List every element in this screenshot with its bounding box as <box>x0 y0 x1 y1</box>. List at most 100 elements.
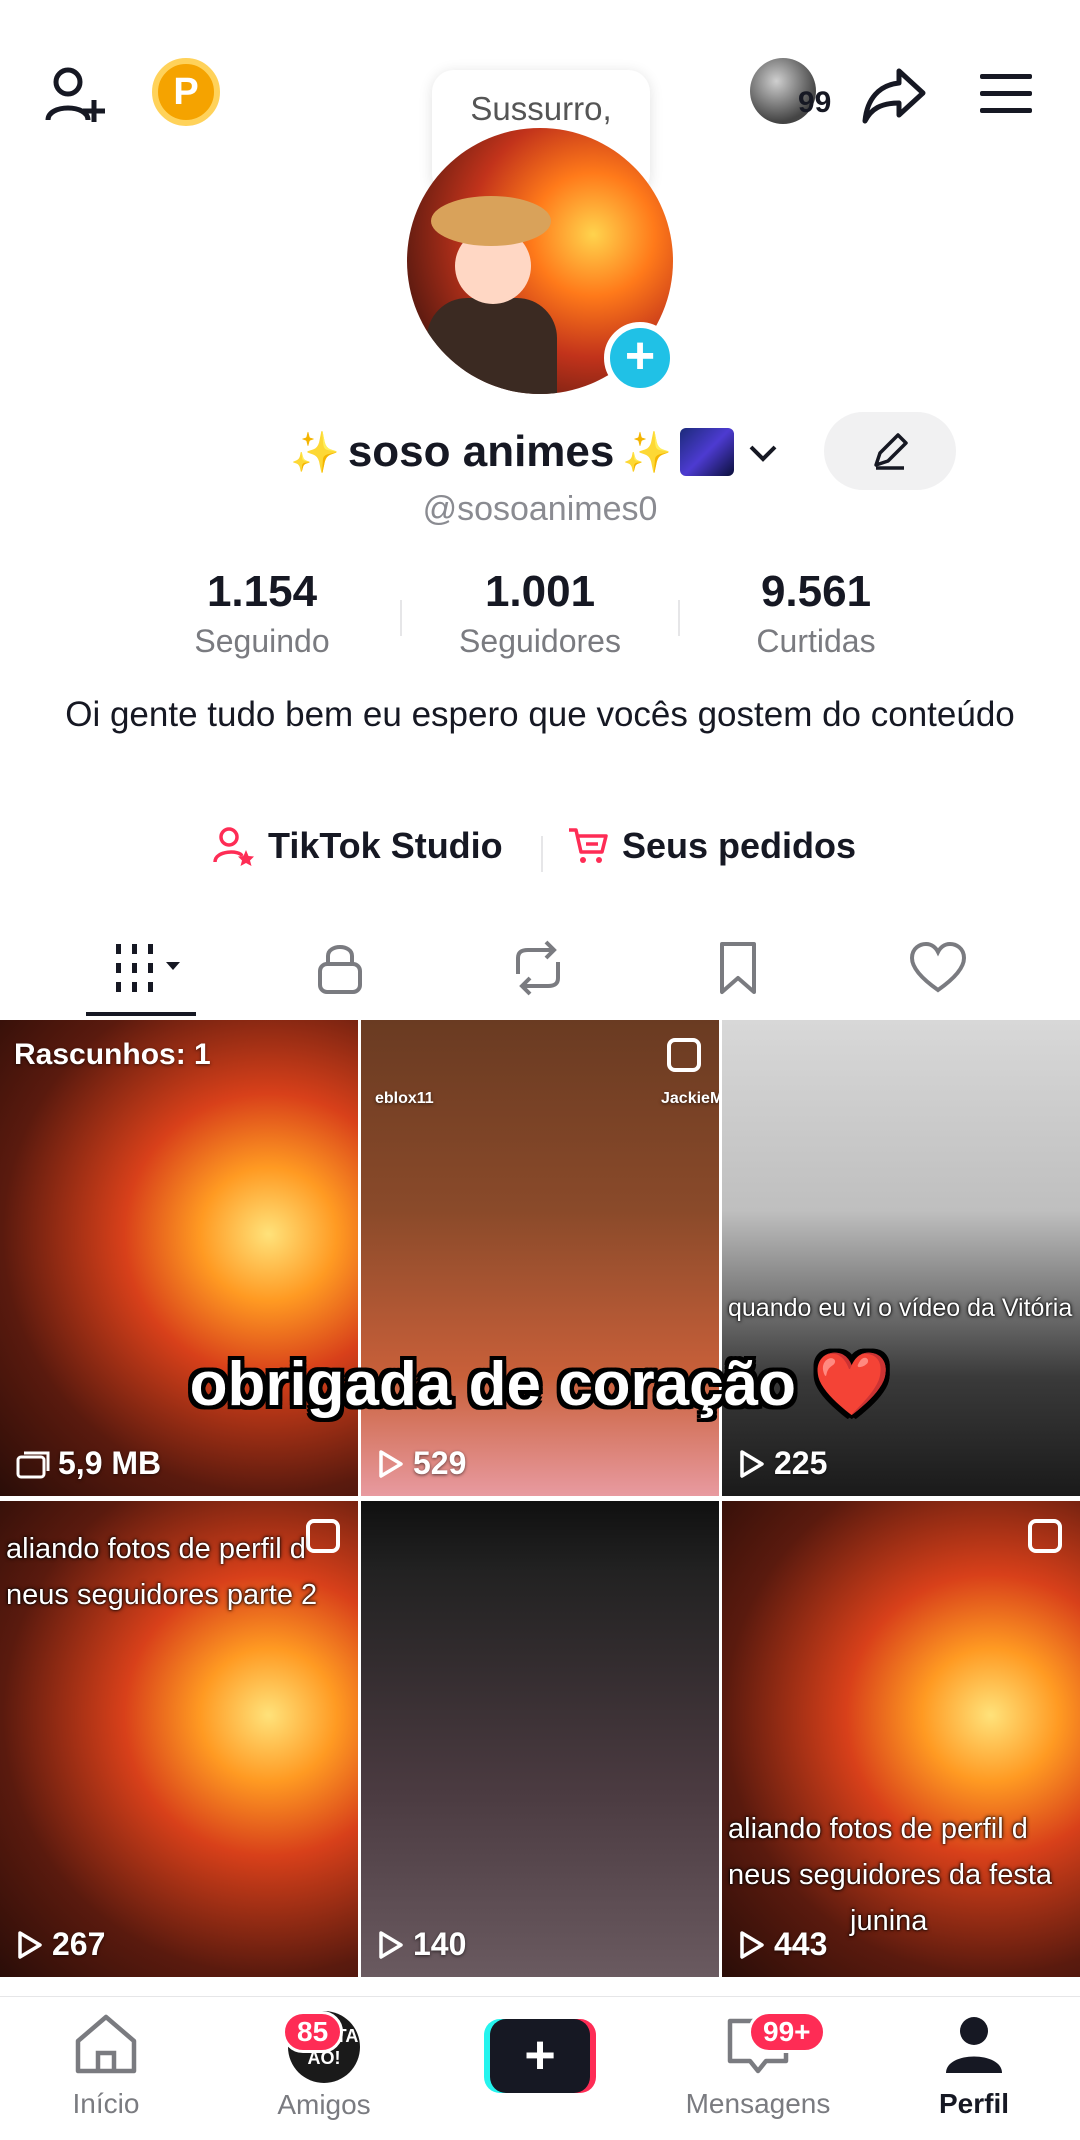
share-icon[interactable] <box>858 58 932 132</box>
studio-person-star-icon <box>213 827 254 866</box>
stat-label: Seguidores <box>459 623 621 659</box>
stat-likes[interactable]: 9.561 Curtidas <box>686 566 946 664</box>
profile-bio: Oi gente tudo bem eu espero que vocês go… <box>65 695 1015 734</box>
pencil-icon <box>874 433 908 470</box>
chevron-down-icon[interactable] <box>748 433 778 472</box>
watermark-right: JackieMi <box>661 1090 719 1107</box>
avatar-figure-body <box>427 298 557 394</box>
divider <box>541 836 543 872</box>
profile-tabs <box>0 928 1080 1018</box>
nav-profile[interactable]: Perfil <box>894 2011 1054 2120</box>
view-count: 443 <box>738 1926 827 1963</box>
nav-profile-label: Perfil <box>938 2088 1010 2119</box>
view-count: 140 <box>377 1926 466 1963</box>
active-tab-indicator <box>86 1012 196 1016</box>
stat-value: 9.561 <box>760 567 872 616</box>
bottom-nav: Início olive TA AÓ! Amigos 85 + Mensagen… <box>0 1996 1080 2140</box>
nav-home-label: Início <box>72 2088 140 2119</box>
multi-photo-icon <box>306 1519 340 1553</box>
galaxy-emoji-icon <box>680 428 735 476</box>
view-count-value: 140 <box>413 1926 467 1962</box>
drafts-stack-icon <box>16 1451 50 1478</box>
nav-friends-label: Amigos <box>277 2089 371 2120</box>
lock-icon <box>318 945 362 994</box>
tab-videos[interactable] <box>92 928 212 1008</box>
video-caption-line1: aliando fotos de perfil d <box>728 1813 1028 1845</box>
add-friend-icon[interactable] <box>40 58 114 132</box>
multi-photo-icon <box>667 1038 701 1072</box>
drafts-label: Rascunhos: 1 <box>14 1038 211 1071</box>
grid-dropdown-icon <box>116 944 180 992</box>
profile-stats: 1.154 Seguindo 1.001 Seguidores 9.561 Cu… <box>0 566 1080 666</box>
cart-icon <box>569 828 608 863</box>
coin-icon[interactable]: P <box>152 58 220 126</box>
stat-label: Curtidas <box>756 623 876 659</box>
stat-following[interactable]: 1.154 Seguindo <box>132 566 392 664</box>
username-handle: @sosoanimes0 <box>422 490 658 528</box>
view-count-value: 529 <box>413 1445 467 1481</box>
video-thumbnail[interactable]: aliando fotos de perfil d neus seguidore… <box>722 1501 1080 1977</box>
video-overlay-caption: obrigada de coração ❤️ <box>189 1350 891 1419</box>
draft-size-value: 5,9 MB <box>58 1445 162 1481</box>
stat-value: 1.154 <box>206 567 318 616</box>
stat-value: 1.001 <box>484 567 596 616</box>
edit-profile-button[interactable] <box>824 412 956 490</box>
view-count-value: 225 <box>774 1445 828 1481</box>
play-icon <box>18 1930 42 1959</box>
plus-icon: + <box>490 2019 590 2093</box>
messages-badge: 99+ <box>748 2011 826 2053</box>
studio-label: TikTok Studio <box>268 825 503 866</box>
avatar-figure-hat <box>431 196 551 246</box>
repost-icon <box>516 940 560 996</box>
multi-photo-icon <box>1028 1519 1062 1553</box>
menu-icon[interactable] <box>970 62 1042 126</box>
tab-liked[interactable] <box>878 928 998 1008</box>
friends-badge: 85 <box>282 2011 344 2053</box>
play-icon <box>379 1449 403 1478</box>
tab-private[interactable] <box>280 928 400 1008</box>
play-icon <box>740 1449 764 1478</box>
draft-size: 5,9 MB <box>16 1445 161 1482</box>
video-thumbnail[interactable]: quando eu vi o vídeo da Vitória 225 <box>722 1020 1080 1496</box>
home-icon <box>75 2014 137 2074</box>
video-thumbnail[interactable]: eblox11 JackieMi 529 <box>361 1020 719 1496</box>
view-count: 225 <box>738 1445 827 1482</box>
sparkle-icon: ✨ <box>290 430 340 475</box>
video-caption-line2: neus seguidores parte 2 <box>6 1579 318 1611</box>
stat-followers[interactable]: 1.001 Seguidores <box>410 566 670 664</box>
play-icon <box>740 1930 764 1959</box>
orders-link[interactable]: Seus pedidos <box>566 824 856 868</box>
tab-reposts[interactable] <box>478 928 598 1008</box>
sparkle-icon: ✨ <box>622 430 673 475</box>
tiktok-studio-link[interactable]: TikTok Studio <box>212 824 503 868</box>
video-thumbnail[interactable]: 140 <box>361 1501 719 1977</box>
stat-label: Seguindo <box>194 623 330 659</box>
video-caption-line2: neus seguidores da festa <box>728 1859 1053 1891</box>
video-thumbnail-drafts[interactable]: Rascunhos: 1 5,9 MB <box>0 1020 358 1496</box>
story-count: 99 <box>798 86 832 119</box>
video-caption-line1: aliando fotos de perfil d <box>6 1533 306 1565</box>
create-button[interactable]: + <box>484 2019 596 2093</box>
tab-favorites[interactable] <box>678 928 798 1008</box>
add-story-button[interactable]: + <box>604 322 676 394</box>
profile-icon <box>946 2017 1002 2073</box>
watermark-left: eblox11 <box>375 1090 434 1107</box>
play-icon <box>379 1930 403 1959</box>
view-count: 529 <box>377 1445 466 1482</box>
display-name-row[interactable]: ✨ soso animes ✨ <box>290 420 778 484</box>
view-count: 267 <box>16 1926 105 1963</box>
video-caption-line3: junina <box>850 1905 928 1937</box>
video-thumbnail[interactable]: aliando fotos de perfil d neus seguidore… <box>0 1501 358 1977</box>
view-count-value: 267 <box>52 1926 106 1962</box>
view-count-value: 443 <box>774 1926 828 1962</box>
video-caption: quando eu vi o vídeo da Vitória <box>728 1294 1073 1322</box>
nav-home[interactable]: Início <box>26 2011 186 2120</box>
divider <box>400 600 402 636</box>
coin-letter: P <box>173 70 199 113</box>
profile-links: TikTok Studio Seus pedidos <box>0 824 1080 880</box>
nav-messages-label: Mensagens <box>685 2088 831 2119</box>
orders-label: Seus pedidos <box>622 825 857 866</box>
divider <box>678 600 680 636</box>
display-name: soso animes <box>347 427 615 476</box>
bookmark-icon <box>720 942 756 994</box>
